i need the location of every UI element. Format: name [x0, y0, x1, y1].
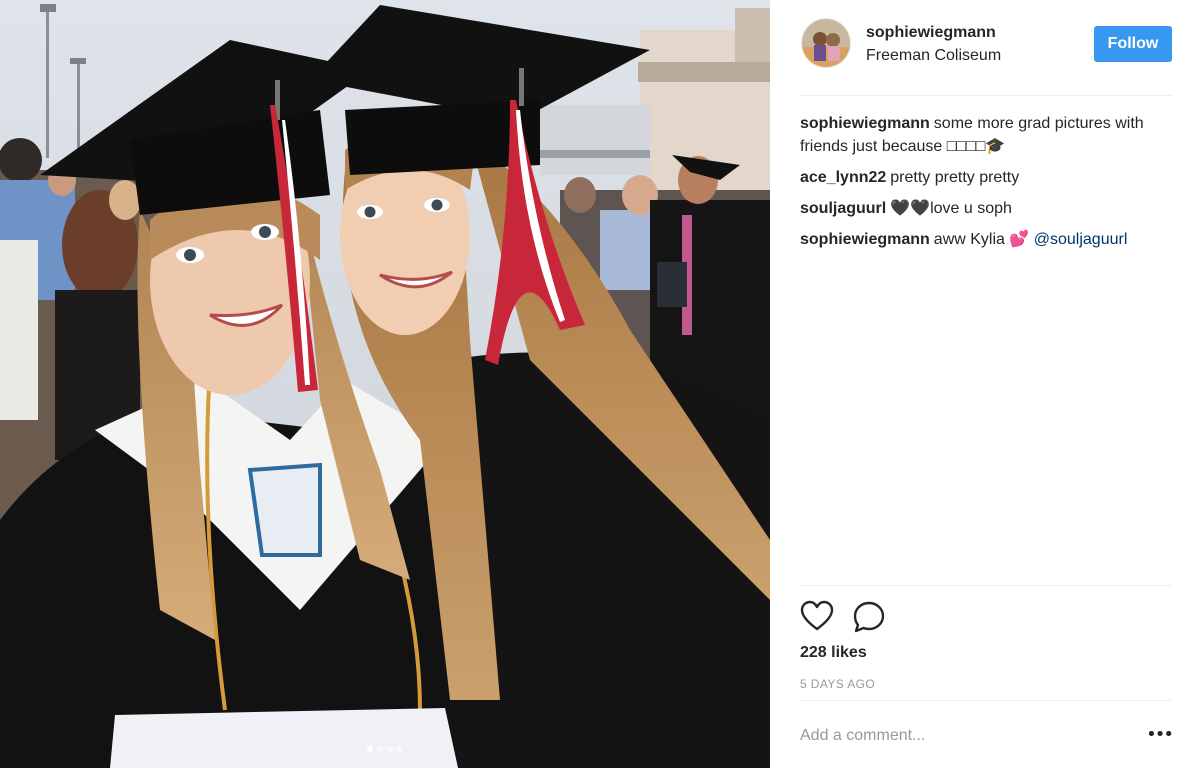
post-side-panel: sophiewiegmann Freeman Coliseum Follow s…: [770, 0, 1200, 768]
speech-bubble-icon: [854, 601, 885, 633]
comment-text: aww Kylia 💕: [933, 231, 1034, 248]
comments-list: sophiewiegmann some more grad pictures wi…: [800, 112, 1172, 259]
comment-item: sophiewiegmann some more grad pictures wi…: [800, 112, 1172, 158]
comment-item: souljaguurl 🖤🖤love u soph: [800, 197, 1172, 220]
comment-username[interactable]: sophiewiegmann: [800, 231, 930, 248]
more-options-button[interactable]: •••: [1146, 725, 1174, 745]
comment-text: 🖤🖤love u soph: [890, 200, 1012, 217]
add-comment-bar: •••: [800, 700, 1174, 769]
carousel-indicator: [0, 746, 770, 752]
comment-username[interactable]: sophiewiegmann: [800, 115, 930, 132]
avatar-image: [802, 19, 850, 67]
comment-username[interactable]: ace_lynn22: [800, 169, 886, 186]
carousel-dot[interactable]: [367, 746, 373, 752]
like-button[interactable]: [800, 600, 834, 634]
comment-item: ace_lynn22 pretty pretty pretty: [800, 166, 1172, 189]
comment-button[interactable]: [852, 600, 886, 634]
action-icons: [800, 600, 900, 634]
post-photo[interactable]: [0, 0, 770, 768]
comment-input[interactable]: [800, 723, 1130, 749]
comment-item: sophiewiegmann aww Kylia 💕 @souljaguurl: [800, 228, 1172, 251]
follow-button[interactable]: Follow: [1094, 26, 1172, 62]
likes-count[interactable]: 228 likes: [800, 644, 867, 662]
carousel-dot[interactable]: [397, 746, 403, 752]
avatar[interactable]: [801, 18, 851, 68]
heart-icon: [800, 600, 834, 631]
carousel-dot[interactable]: [387, 746, 393, 752]
graduation-photo: [0, 0, 770, 768]
comment-text: pretty pretty pretty: [890, 169, 1020, 186]
post-actions: 228 likes 5 DAYS AGO: [800, 585, 1172, 691]
comment-username[interactable]: souljaguurl: [800, 200, 886, 217]
header-location[interactable]: Freeman Coliseum: [866, 47, 1001, 65]
post-timestamp: 5 DAYS AGO: [800, 677, 876, 691]
header-username[interactable]: sophiewiegmann: [866, 24, 996, 42]
carousel-dot[interactable]: [377, 746, 383, 752]
comment-mention-link[interactable]: @souljaguurl: [1034, 231, 1128, 248]
post-header: sophiewiegmann Freeman Coliseum Follow: [800, 0, 1172, 96]
